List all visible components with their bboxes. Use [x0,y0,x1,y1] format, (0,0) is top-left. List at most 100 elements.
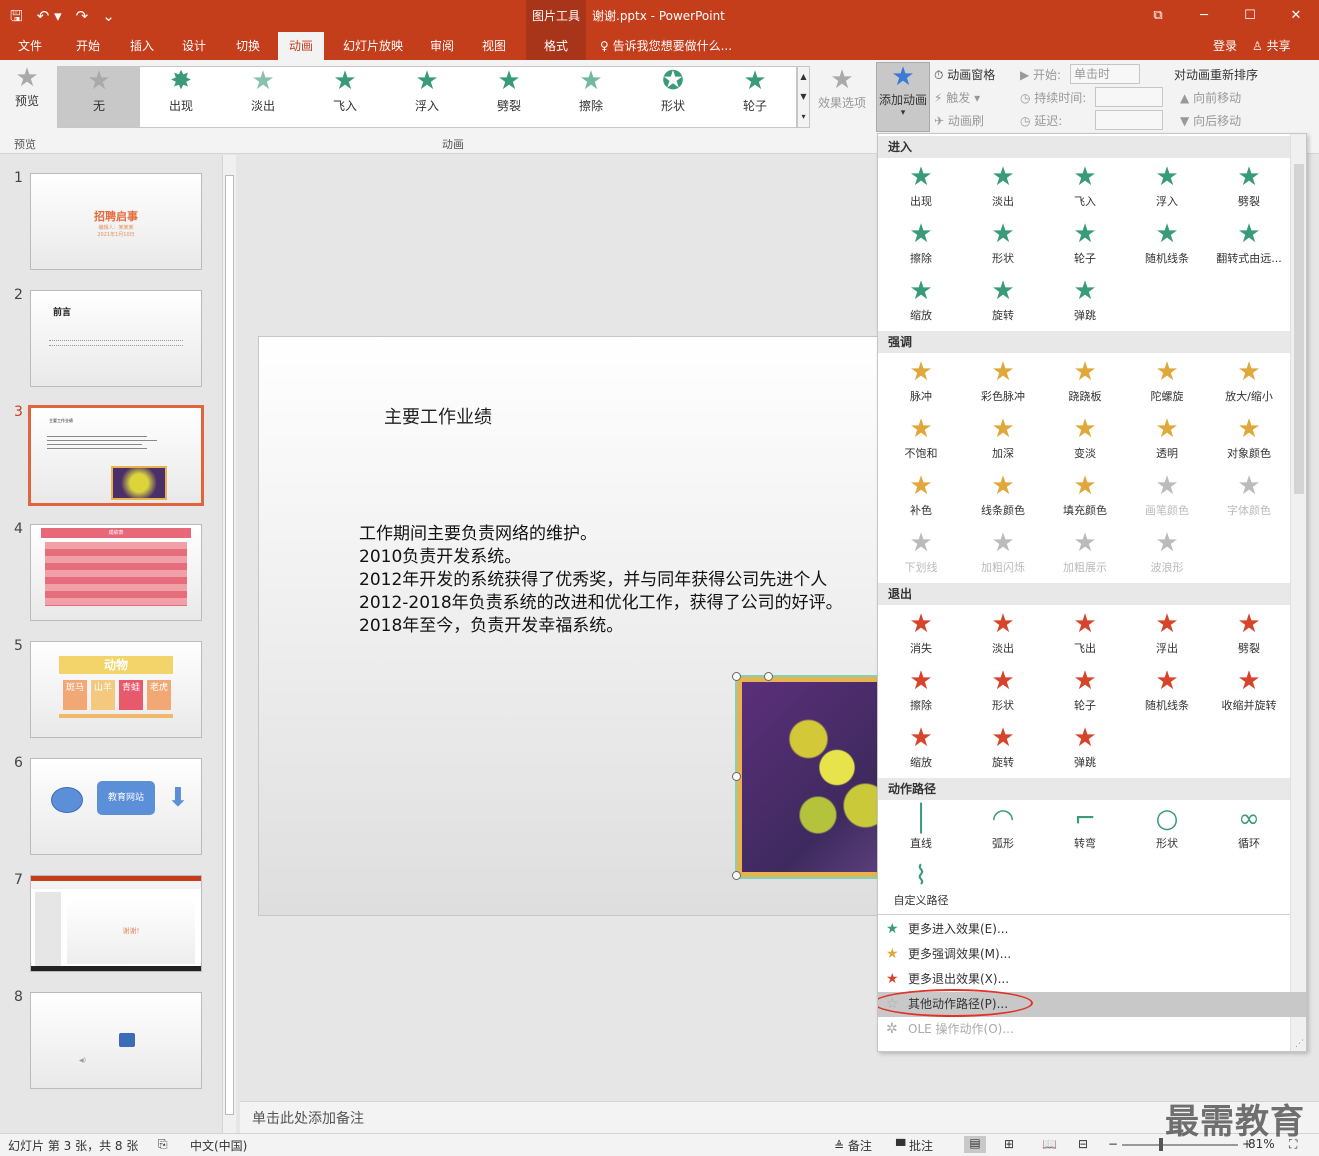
effect-emphasis-9[interactable]: ★ 对象颜色 [1208,413,1290,470]
effect-emphasis-5[interactable]: ★ 不饱和 [880,413,962,470]
start-select[interactable]: 单击时 [1070,64,1140,84]
close-icon[interactable]: ✕ [1273,0,1319,32]
effect-emphasis-14[interactable]: ★ 字体颜色 [1208,470,1290,527]
effect-emphasis-6[interactable]: ★ 加深 [962,413,1044,470]
tab-slideshow[interactable]: 幻灯片放映 [334,32,412,60]
slide-thumb-1[interactable]: 招聘启事 编辑人：某某某 2021年1月10日 [30,173,202,270]
zoom-slider-knob[interactable] [1159,1138,1163,1151]
zoom-out-icon[interactable]: − [1108,1137,1118,1151]
effect-emphasis-7[interactable]: ★ 变淡 [1044,413,1126,470]
tab-animations[interactable]: 动画 [278,32,324,60]
effect-entrance-12[interactable]: ★ 弹跳 [1044,275,1126,332]
slideshow-view-icon[interactable]: ⊟ [1078,1137,1088,1151]
save-icon[interactable]: 🖫 [10,4,23,28]
notes-toggle[interactable]: ≜ 备注 [834,1137,872,1154]
zoom-slider[interactable] [1122,1144,1238,1146]
effect-emphasis-13[interactable]: ★ 画笔颜色 [1126,470,1208,527]
thumbnail-scroll-thumb[interactable] [225,175,234,1115]
effect-entrance-1[interactable]: ★ 淡出 [962,161,1044,218]
rotate-handle[interactable] [764,672,773,681]
tab-view[interactable]: 视图 [472,32,516,60]
tab-format[interactable]: 格式 [526,32,586,60]
slide-body-text[interactable]: 工作期间主要负责网络的维护。 2010负责开发系统。 2012年开发的系统获得了… [359,523,843,638]
language-indicator[interactable]: 中文(中国) [190,1137,247,1154]
effect-exit-2[interactable]: ★ 飞出 [1044,608,1126,665]
gallery-scroll[interactable]: ▲ ▼ ▾ [797,66,810,128]
slide-thumb-8[interactable]: ◀) [30,992,202,1089]
preview-button[interactable]: ★ 预览 [8,64,46,109]
resize-handle[interactable] [732,871,741,880]
slide-thumb-7[interactable]: 谢谢! [30,875,202,972]
effect-exit-11[interactable]: ★ 旋转 [962,722,1044,779]
effect-entrance-10[interactable]: ★ 缩放 [880,275,962,332]
login-link[interactable]: 登录 [1213,32,1237,60]
effect-entrance-11[interactable]: ★ 旋转 [962,275,1044,332]
effect-paths-2[interactable]: ⌐ 转弯 [1044,803,1126,860]
effect-emphasis-16[interactable]: ★ 加粗闪烁 [962,527,1044,584]
ribbon-display-icon[interactable]: ⧉ [1135,0,1181,32]
effect-exit-0[interactable]: ★ 消失 [880,608,962,665]
effect-emphasis-3[interactable]: ★ 陀螺旋 [1126,356,1208,413]
thumbnail-scrollbar[interactable] [222,155,236,1133]
effect-paths-3[interactable]: ○ 形状 [1126,803,1208,860]
move-later-button[interactable]: ▼ 向后移动 [1180,112,1241,129]
normal-view-icon[interactable]: ▤ [964,1136,986,1153]
menu-scroll-thumb[interactable] [1294,164,1304,494]
effect-exit-3[interactable]: ★ 浮出 [1126,608,1208,665]
more-entrance-effects[interactable]: ★ 更多进入效果(E)... [878,917,1306,942]
gallery-fly-in[interactable]: ★ 飞入 [304,67,386,127]
tab-review[interactable]: 审阅 [420,32,464,60]
effect-entrance-2[interactable]: ★ 飞入 [1044,161,1126,218]
effect-exit-8[interactable]: ★ 随机线条 [1126,665,1208,722]
slide-sorter-icon[interactable]: ⊞ [1004,1137,1014,1151]
effect-emphasis-11[interactable]: ★ 线条颜色 [962,470,1044,527]
tab-transitions[interactable]: 切换 [226,32,270,60]
effect-paths-4[interactable]: ∞ 循环 [1208,803,1290,860]
effect-emphasis-10[interactable]: ★ 补色 [880,470,962,527]
effect-emphasis-8[interactable]: ★ 透明 [1126,413,1208,470]
gallery-wipe[interactable]: ★ 擦除 [550,67,632,127]
move-earlier-button[interactable]: ▲ 向前移动 [1180,89,1241,106]
gallery-appear[interactable]: ✸ 出现 [140,67,222,127]
effect-exit-7[interactable]: ★ 轮子 [1044,665,1126,722]
effect-exit-1[interactable]: ★ 淡出 [962,608,1044,665]
effect-emphasis-18[interactable]: ★ 波浪形 [1126,527,1208,584]
share-button[interactable]: ♙ 共享 [1252,32,1291,60]
ole-action-verbs[interactable]: ✲ OLE 操作动作(O)... [878,1017,1306,1042]
animation-pane-button[interactable]: ⏱ 动画窗格 [934,66,995,83]
tell-me-search[interactable]: ♀ 告诉我您想要做什么... [600,32,732,60]
trigger-button[interactable]: ⚡ 触发 ▾ [934,89,980,106]
resize-handle[interactable] [732,772,741,781]
effect-emphasis-2[interactable]: ★ 跷跷板 [1044,356,1126,413]
more-emphasis-effects[interactable]: ★ 更多强调效果(M)... [878,942,1306,967]
gallery-wheel[interactable]: ★ 轮子 [714,67,796,127]
effect-entrance-7[interactable]: ★ 轮子 [1044,218,1126,275]
effect-entrance-5[interactable]: ★ 擦除 [880,218,962,275]
effect-options-button[interactable]: ★ 效果选项 [814,66,870,111]
effect-emphasis-17[interactable]: ★ 加粗展示 [1044,527,1126,584]
effect-paths-0[interactable]: │ 直线 [880,803,962,860]
resize-handle[interactable] [732,672,741,681]
gallery-shape[interactable]: ✪ 形状 [632,67,714,127]
spellcheck-icon[interactable]: ⎘ [158,1137,168,1152]
undo-icon[interactable]: ↶ ▾ [37,4,62,28]
tab-design[interactable]: 设计 [172,32,216,60]
slide-title[interactable]: 主要工作业绩 [384,403,492,429]
add-animation-button[interactable]: ★ 添加动画 ▾ [876,62,930,132]
gallery-float-in[interactable]: ★ 浮入 [386,67,468,127]
duration-input[interactable] [1095,87,1163,107]
effect-exit-6[interactable]: ★ 形状 [962,665,1044,722]
tab-insert[interactable]: 插入 [120,32,164,60]
effect-emphasis-0[interactable]: ★ 脉冲 [880,356,962,413]
reading-view-icon[interactable]: 📖 [1042,1137,1057,1151]
effect-paths-1[interactable]: ◠ 弧形 [962,803,1044,860]
effect-emphasis-12[interactable]: ★ 填充颜色 [1044,470,1126,527]
effect-entrance-4[interactable]: ★ 劈裂 [1208,161,1290,218]
effect-entrance-6[interactable]: ★ 形状 [962,218,1044,275]
effect-entrance-3[interactable]: ★ 浮入 [1126,161,1208,218]
slide-thumb-3[interactable]: 主要工作业绩 [28,405,204,506]
effect-emphasis-4[interactable]: ★ 放大/缩小 [1208,356,1290,413]
comments-toggle[interactable]: ▀ 批注 [896,1137,933,1154]
effect-exit-5[interactable]: ★ 擦除 [880,665,962,722]
animation-painter-button[interactable]: ✈ 动画刷 [934,112,984,129]
